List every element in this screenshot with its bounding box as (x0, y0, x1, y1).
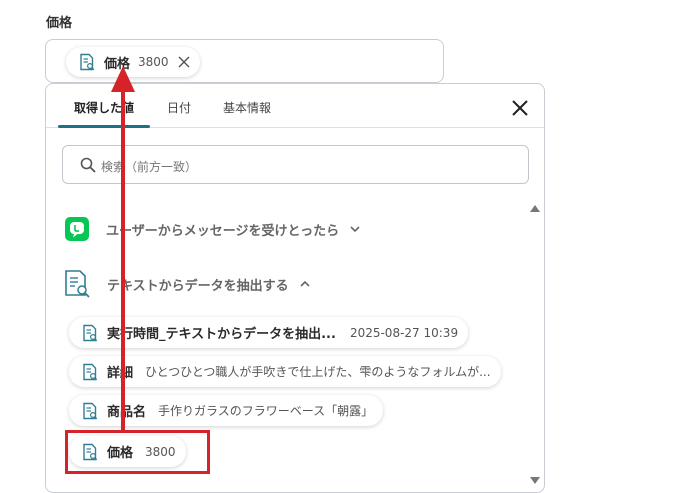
annotation-arrow (111, 66, 135, 430)
